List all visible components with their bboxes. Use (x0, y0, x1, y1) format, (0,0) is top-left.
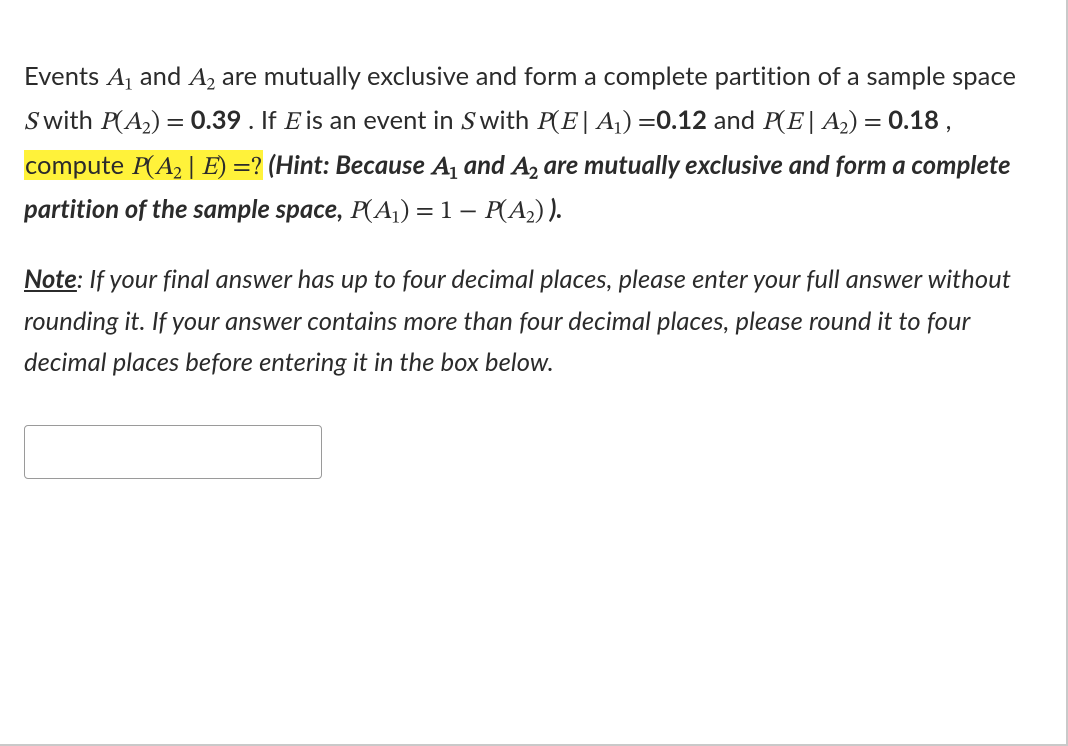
math-sub: 1 (391, 210, 400, 228)
math-P: P (536, 111, 551, 136)
text: are mutually exclusive and form a comple… (215, 61, 1016, 91)
math-bar: ∣ (182, 156, 201, 181)
math-paren: ) (848, 111, 857, 136)
math-A2-sub: 2 (206, 76, 215, 94)
text: with (37, 105, 100, 135)
math-paren: ) (535, 200, 544, 225)
math-eq: = (858, 111, 889, 136)
math-A1: A (431, 156, 449, 181)
math-A: A (821, 111, 839, 136)
math-paren: ( (551, 111, 560, 136)
math-P: P (762, 111, 777, 136)
math-P: P (349, 200, 364, 225)
math-A: A (373, 200, 391, 225)
math-A2-sub: 2 (529, 165, 538, 183)
math-A2: A (188, 67, 206, 92)
math-A: A (507, 200, 525, 225)
math-A: A (123, 111, 141, 136)
math-bar: ∣ (576, 111, 595, 136)
math-S: S (460, 111, 473, 136)
math-sub: 2 (173, 165, 182, 183)
value-PEA2: 0.18 (888, 105, 939, 135)
math-A: A (595, 111, 613, 136)
hint-text: and (458, 150, 511, 180)
math-E: E (283, 111, 299, 136)
value-PA2: 0.39 (191, 105, 242, 135)
note-body: If your final answer has up to four deci… (24, 264, 1011, 377)
answer-input[interactable] (24, 425, 322, 479)
math-sub: 2 (142, 121, 151, 139)
math-paren: ) (622, 111, 631, 136)
math-bar: ∣ (802, 111, 821, 136)
math-sub: 2 (839, 121, 848, 139)
math-S: S (24, 111, 37, 136)
math-A1-sub: 1 (449, 165, 458, 183)
text: is an event in (299, 105, 460, 135)
text: with (473, 105, 536, 135)
math-eq: = (632, 111, 657, 136)
text: . If (242, 105, 283, 135)
note-block: Note: If your final answer has up to fou… (24, 259, 1030, 383)
math-A: A (155, 156, 173, 181)
text: Events (24, 61, 106, 91)
math-eq: = (160, 111, 191, 136)
math-P: P (131, 156, 146, 181)
math-paren: ( (364, 200, 373, 225)
math-minus: − (453, 200, 484, 225)
math-E: E (201, 156, 217, 181)
math-eq: = (227, 156, 252, 181)
math-paren: ( (776, 111, 785, 136)
text: and (133, 61, 188, 91)
math-eq: = (410, 200, 441, 225)
text: compute (25, 150, 131, 180)
math-A1: A (106, 67, 124, 92)
hint-text: (Hint: Because (263, 150, 431, 180)
answer-area (24, 425, 1030, 479)
text: , (939, 105, 952, 135)
math-paren: ) (151, 111, 160, 136)
value-PEA1: 0.12 (656, 105, 707, 135)
math-P: P (100, 111, 115, 136)
math-paren: ) (400, 200, 409, 225)
math-paren: ) (217, 156, 226, 181)
math-P: P (484, 200, 499, 225)
math-A2: A (511, 156, 529, 181)
note-colon: : (77, 264, 90, 294)
math-one: 1 (440, 200, 453, 225)
highlighted-target: compute P(A2 ∣ E) =? (24, 150, 263, 180)
math-E: E (560, 111, 576, 136)
hint-text: ). (544, 194, 563, 224)
math-A1-sub: 1 (124, 76, 133, 94)
math-paren: ( (145, 156, 154, 181)
question-canvas: Events A1 and A2 are mutually exclusive … (0, 0, 1068, 746)
math-qmark: ? (251, 156, 262, 181)
problem-statement: Events A1 and A2 are mutually exclusive … (24, 56, 1030, 233)
math-E: E (786, 111, 802, 136)
math-sub: 2 (526, 210, 535, 228)
text: and (707, 105, 762, 135)
note-label: Note (24, 264, 77, 294)
